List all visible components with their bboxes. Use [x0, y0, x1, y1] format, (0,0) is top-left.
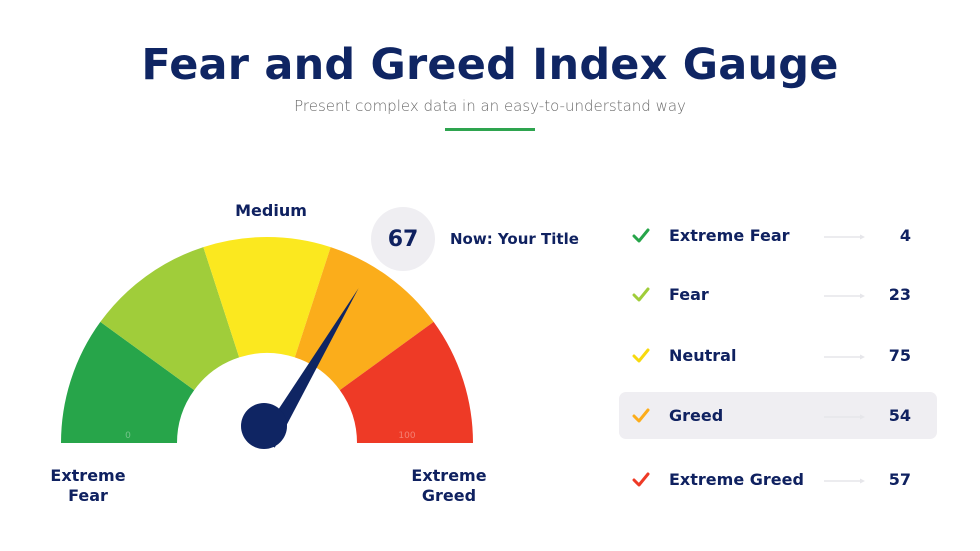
gauge-max-tick-label: 100: [398, 431, 416, 441]
legend-item[interactable]: Extreme Greed 57: [619, 456, 937, 503]
gauge-right-label-line2: Greed: [421, 486, 477, 505]
legend-item[interactable]: Greed 54: [619, 392, 937, 439]
legend-item-value: 23: [888, 285, 911, 304]
legend-item-value: 4: [899, 226, 911, 245]
legend-item[interactable]: Neutral 75: [619, 332, 937, 379]
gauge-min-tick-label: 0: [125, 431, 131, 441]
arrow-right-icon: [824, 293, 865, 299]
current-value-title: Now: Your Title: [450, 230, 579, 248]
arrow-right-icon: [824, 354, 865, 360]
legend-item-value: 75: [888, 346, 911, 365]
gauge-left-label: Extreme Fear: [38, 466, 138, 506]
check-icon: [632, 408, 650, 423]
gauge-right-label-line1: Extreme: [411, 466, 487, 485]
legend-item-value: 54: [888, 406, 911, 425]
check-icon: [632, 228, 650, 243]
legend-item[interactable]: Fear 23: [619, 271, 937, 318]
arrow-right-icon: [824, 478, 865, 484]
title-underline-divider: [445, 128, 535, 131]
gauge-left-label-line2: Fear: [68, 486, 108, 505]
legend-item-label: Fear: [669, 285, 709, 304]
check-icon: [632, 348, 650, 363]
arrow-right-icon: [824, 234, 865, 240]
arrow-right-icon: [824, 414, 865, 420]
legend-item-label: Neutral: [669, 346, 737, 365]
gauge-left-label-line1: Extreme: [50, 466, 126, 485]
check-icon: [632, 287, 650, 302]
page-title: Fear and Greed Index Gauge: [141, 40, 839, 90]
legend-item[interactable]: Extreme Fear 4: [619, 212, 937, 259]
legend-item-value: 57: [888, 470, 911, 489]
gauge-needle-hub: [241, 403, 287, 449]
gauge-right-label: Extreme Greed: [399, 466, 499, 506]
current-value-badge: 67: [371, 207, 435, 271]
gauge-top-label: Medium: [235, 201, 307, 220]
legend-item-label: Extreme Fear: [669, 226, 790, 245]
legend-item-label: Extreme Greed: [669, 470, 804, 489]
check-icon: [632, 472, 650, 487]
page-subtitle: Present complex data in an easy-to-under…: [294, 97, 686, 115]
legend-item-label: Greed: [669, 406, 724, 425]
